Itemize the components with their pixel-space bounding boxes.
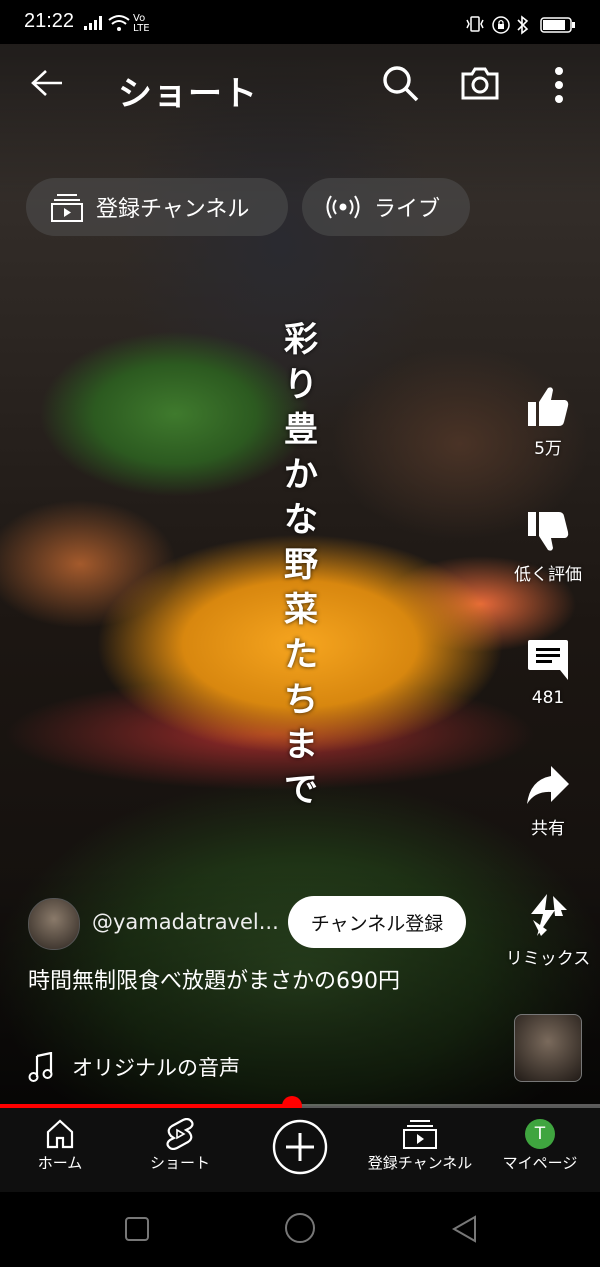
- status-time: 21:22: [24, 10, 75, 32]
- caption-char: で: [284, 770, 318, 810]
- live-broadcast-icon: [326, 195, 360, 219]
- home-circle-icon[interactable]: [284, 1212, 316, 1244]
- nav-item-subscriptions[interactable]: 登録チャンネル: [360, 1118, 480, 1173]
- share-label: 共有: [531, 819, 565, 839]
- subscriptions-pill-label: 登録チャンネル: [96, 197, 250, 222]
- thumbs-up-icon: [528, 387, 569, 426]
- sound-label[interactable]: オリジナルの音声: [72, 1052, 240, 1082]
- comment-count: 481: [531, 688, 565, 708]
- caption-char: か: [284, 455, 318, 495]
- subscriptions-pill[interactable]: 登録チャンネル: [26, 178, 288, 236]
- caption-char: 野: [284, 545, 318, 585]
- nav-item-my-page[interactable]: T マイページ: [480, 1118, 600, 1173]
- subscriptions-icon: [51, 194, 83, 222]
- subscribe-button[interactable]: チャンネル登録: [288, 896, 466, 948]
- comment-icon: [528, 640, 568, 680]
- status-bar: 21:22 Vo LTE: [0, 0, 600, 44]
- nav-item-home[interactable]: ホーム: [0, 1118, 120, 1173]
- remix-icon: [531, 894, 567, 936]
- nav-label-subscriptions: 登録チャンネル: [367, 1154, 473, 1172]
- like-count: 5万: [534, 439, 562, 459]
- remix-button[interactable]: リミックス: [498, 892, 598, 969]
- nav-item-create[interactable]: [240, 1118, 360, 1176]
- nav-item-shorts[interactable]: ショート: [120, 1118, 240, 1173]
- thumbs-down-icon: [528, 512, 569, 551]
- sound-thumbnail[interactable]: [514, 1014, 582, 1082]
- share-icon: [527, 766, 569, 804]
- screen-lock-icon: [492, 16, 510, 34]
- dislike-label: 低く評価: [514, 565, 582, 585]
- video-caption: 彩 り 豊 か な 野 菜 た ち ま で: [276, 318, 326, 813]
- caption-char: ち: [284, 680, 318, 720]
- like-button[interactable]: 5万: [498, 384, 598, 459]
- subscriptions-icon: [403, 1120, 437, 1149]
- caption-char: り: [284, 365, 318, 405]
- volte-label: Vo LTE: [133, 13, 150, 34]
- camera-icon[interactable]: [460, 64, 500, 102]
- live-pill-label: ライブ: [374, 197, 441, 222]
- caption-char: 菜: [284, 590, 318, 630]
- channel-avatar[interactable]: [28, 898, 80, 950]
- battery-icon: [540, 17, 575, 33]
- back-triangle-icon[interactable]: [450, 1214, 478, 1244]
- music-note-icon: [28, 1052, 53, 1082]
- nav-label-shorts: ショート: [149, 1154, 210, 1172]
- live-pill[interactable]: ライブ: [302, 178, 470, 236]
- more-vert-icon[interactable]: [552, 66, 566, 104]
- back-arrow-icon[interactable]: [30, 68, 64, 98]
- bluetooth-icon: [517, 15, 529, 35]
- remix-label: リミックス: [505, 949, 591, 969]
- dislike-button[interactable]: 低く評価: [498, 510, 598, 585]
- nav-label-my-page: マイページ: [502, 1154, 578, 1172]
- profile-avatar-icon: T: [525, 1119, 555, 1149]
- caption-char: た: [284, 635, 318, 675]
- caption-char: 豊: [284, 410, 318, 450]
- system-navigation: [0, 1192, 600, 1267]
- wifi-icon: [108, 15, 130, 31]
- channel-handle[interactable]: @yamadatravel...: [92, 910, 279, 934]
- nav-label-home: ホーム: [37, 1154, 83, 1172]
- shorts-icon: [166, 1118, 194, 1150]
- caption-char: 彩: [284, 320, 318, 360]
- vibrate-icon: [466, 16, 484, 32]
- search-icon[interactable]: [382, 65, 420, 103]
- caption-char: ま: [284, 725, 318, 765]
- page-title: ショート: [118, 74, 258, 114]
- comment-button[interactable]: 481: [498, 636, 598, 708]
- bottom-navigation: ホーム ショート 登録チャンネル T マイページ: [0, 1108, 600, 1192]
- recents-square-icon[interactable]: [124, 1216, 150, 1242]
- signal-icon: [84, 16, 102, 30]
- home-icon: [46, 1119, 74, 1149]
- create-plus-icon: [272, 1119, 328, 1175]
- video-title[interactable]: 時間無制限食べ放題がまさかの690円: [28, 966, 478, 997]
- share-button[interactable]: 共有: [498, 764, 598, 839]
- caption-char: な: [284, 500, 318, 540]
